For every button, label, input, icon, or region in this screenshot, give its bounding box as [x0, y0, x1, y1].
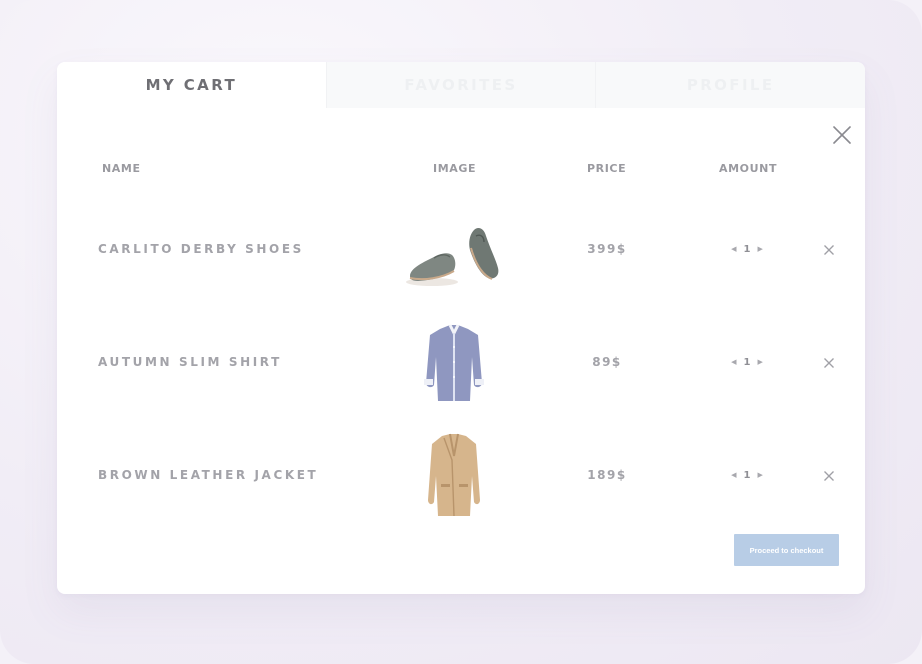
cart-row: CARLITO DERBY SHOES 399$ ◀ 1 ▶: [57, 204, 865, 294]
increase-arrow-icon[interactable]: ▶: [757, 358, 762, 366]
cart-row: AUTUMN SLIM SHIRT 89$ ◀ 1 ▶: [57, 317, 865, 407]
item-price: 89$: [592, 355, 622, 369]
jacket-image: [404, 430, 504, 520]
quantity-value: 1: [743, 243, 751, 255]
item-price: 399$: [587, 242, 627, 256]
tab-bar: MY CART FAVORITES PROFILE: [57, 62, 865, 108]
item-price: 189$: [587, 468, 627, 482]
item-name: BROWN LEATHER JACKET: [98, 468, 319, 482]
quantity-stepper: ◀ 1 ▶: [717, 317, 777, 407]
page-background: MY CART FAVORITES PROFILE NAME IMAGE PRI…: [0, 0, 922, 664]
remove-item-icon[interactable]: [823, 356, 835, 368]
tab-my-cart[interactable]: MY CART: [57, 62, 326, 108]
decrease-arrow-icon[interactable]: ◀: [731, 471, 736, 479]
decrease-arrow-icon[interactable]: ◀: [731, 358, 736, 366]
shirt-image: [404, 317, 504, 407]
remove-item-icon[interactable]: [823, 243, 835, 255]
remove-item-icon[interactable]: [823, 469, 835, 481]
item-name: CARLITO DERBY SHOES: [98, 242, 304, 256]
column-header-price: PRICE: [587, 162, 627, 175]
cart-panel: MY CART FAVORITES PROFILE NAME IMAGE PRI…: [57, 62, 865, 594]
column-header-image: IMAGE: [433, 162, 477, 175]
quantity-value: 1: [743, 356, 751, 368]
quantity-stepper: ◀ 1 ▶: [717, 204, 777, 294]
quantity-stepper: ◀ 1 ▶: [717, 430, 777, 520]
increase-arrow-icon[interactable]: ▶: [757, 245, 762, 253]
item-name: AUTUMN SLIM SHIRT: [98, 355, 282, 369]
increase-arrow-icon[interactable]: ▶: [757, 471, 762, 479]
column-header-name: NAME: [102, 162, 141, 175]
close-icon[interactable]: [831, 124, 853, 146]
column-header-amount: AMOUNT: [719, 162, 778, 175]
tab-profile[interactable]: PROFILE: [595, 62, 865, 108]
cart-row: BROWN LEATHER JACKET 189$ ◀ 1 ▶: [57, 430, 865, 520]
tab-favorites[interactable]: FAVORITES: [325, 62, 596, 108]
quantity-value: 1: [743, 469, 751, 481]
decrease-arrow-icon[interactable]: ◀: [731, 245, 736, 253]
proceed-to-checkout-button[interactable]: Proceed to checkout: [734, 534, 839, 566]
shoes-image: [404, 204, 504, 294]
